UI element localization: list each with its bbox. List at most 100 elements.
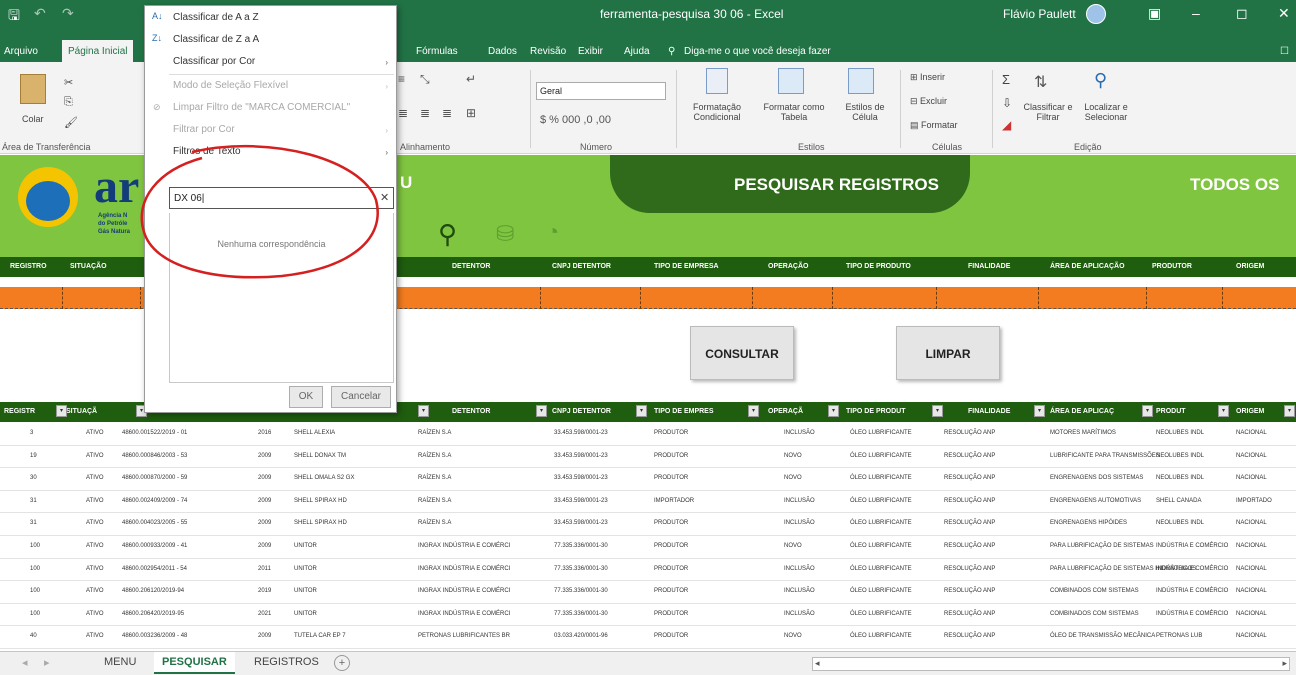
table-cell-tipo[interactable]: PRODUTOR xyxy=(654,475,688,481)
table-cell-tipo[interactable]: PRODUTOR xyxy=(654,520,688,526)
table-cell-cnpj[interactable]: 33.453.598/0001-23 xyxy=(554,498,608,504)
table-cell-prod[interactable]: ÓLEO LUBRIFICANTE xyxy=(850,498,912,504)
table-cell-area[interactable]: ENGRENAGENS HIPÓIDES xyxy=(1050,520,1127,526)
filter-ok-button[interactable]: OK xyxy=(289,386,323,408)
table-cell-marca[interactable]: SHELL DONAX TM xyxy=(294,453,346,459)
orientation-icon[interactable]: ⤡ xyxy=(420,72,430,87)
filter-dropdown-button[interactable]: ▾ xyxy=(1218,405,1229,417)
table-cell-reg[interactable]: 3 xyxy=(30,430,33,436)
table-cell-pr[interactable]: INDÚSTRIA E COMÉRCIO xyxy=(1156,588,1228,594)
insert-button[interactable]: ⊞ Inserir xyxy=(910,72,945,83)
table-cell-prod[interactable]: ÓLEO LUBRIFICANTE xyxy=(850,566,912,572)
table-cell-reg[interactable]: 19 xyxy=(30,453,37,459)
table-cell-reg[interactable]: 100 xyxy=(30,543,40,549)
table-cell-reg[interactable]: 31 xyxy=(30,498,37,504)
table-cell-tipo[interactable]: IMPORTADOR xyxy=(654,498,694,504)
table-cell-ano[interactable]: 2009 xyxy=(258,453,271,459)
table-cell-proc[interactable]: 48600.000933/2009 - 41 xyxy=(122,543,187,549)
table-cell-ano[interactable]: 2021 xyxy=(258,611,271,617)
table-cell-det[interactable]: PETRONAS LUBRIFICANTES BR xyxy=(418,633,510,639)
table-cell-proc[interactable]: 48600.002409/2009 - 74 xyxy=(122,498,187,504)
filter-dropdown-button[interactable]: ▾ xyxy=(56,405,67,417)
table-cell-prod[interactable]: ÓLEO LUBRIFICANTE xyxy=(850,588,912,594)
table-cell-reg[interactable]: 100 xyxy=(30,566,40,572)
conditional-format-icon[interactable] xyxy=(706,68,728,94)
clear-icon[interactable]: ◢ xyxy=(1002,118,1011,132)
table-cell-det[interactable]: INGRAX INDÚSTRIA E COMÉRCI xyxy=(418,566,510,572)
table-cell-det[interactable]: RAÍZEN S.A xyxy=(418,430,451,436)
table-cell-area[interactable]: ÓLEO DE TRANSMISSÃO MECÂNICA xyxy=(1050,633,1155,639)
table-cell-area[interactable]: PARA LUBRIFICAÇÃO DE SISTEMAS xyxy=(1050,543,1154,549)
maximize-icon[interactable]: ◻ xyxy=(1236,5,1248,22)
table-cell-marca[interactable]: TUTELA CAR EP 7 xyxy=(294,633,346,639)
table-cell-det[interactable]: INGRAX INDÚSTRIA E COMÉRCI xyxy=(418,543,510,549)
table-cell-ori[interactable]: NACIONAL xyxy=(1236,543,1267,549)
table-cell-marca[interactable]: SHELL ALEXIA xyxy=(294,430,335,436)
table-cell-op[interactable]: NOVO xyxy=(784,633,802,639)
table-cell-op[interactable]: NOVO xyxy=(784,475,802,481)
table-cell-sit[interactable]: ATIVO xyxy=(86,611,104,617)
table-cell-ano[interactable]: 2016 xyxy=(258,430,271,436)
table-cell-fin[interactable]: RESOLUÇÃO ANP xyxy=(944,633,995,639)
currency-icon[interactable]: $ % 000 ,0 ,00 xyxy=(540,114,611,126)
tell-me-search-icon[interactable]: ⚲ xyxy=(668,46,675,57)
table-cell-cnpj[interactable]: 77.335.336/0001-30 xyxy=(554,588,608,594)
table-cell-det[interactable]: RAÍZEN S.A xyxy=(418,453,451,459)
table-cell-proc[interactable]: 48600.003236/2009 - 48 xyxy=(122,633,187,639)
tell-me-input[interactable]: Diga-me o que você deseja fazer xyxy=(684,46,831,57)
table-cell-fin[interactable]: RESOLUÇÃO ANP xyxy=(944,543,995,549)
table-cell-ano[interactable]: 2009 xyxy=(258,633,271,639)
table-cell-sit[interactable]: ATIVO xyxy=(86,566,104,572)
close-icon[interactable]: ✕ xyxy=(1278,5,1290,22)
scroll-left-icon[interactable]: ◂ xyxy=(815,658,820,669)
search-icon[interactable]: ⚲ xyxy=(438,219,457,250)
align-right-icon[interactable]: ≣ xyxy=(442,106,452,120)
table-cell-reg[interactable]: 31 xyxy=(30,520,37,526)
save-icon[interactable]: 🖫 xyxy=(8,5,20,29)
table-cell-proc[interactable]: 48600.004023/2005 - 55 xyxy=(122,520,187,526)
table-cell-marca[interactable]: UNITOR xyxy=(294,566,317,572)
prev-sheet-icon[interactable]: ◂ xyxy=(22,656,28,669)
table-cell-ori[interactable]: NACIONAL xyxy=(1236,475,1267,481)
find-icon[interactable]: ⚲ xyxy=(1094,70,1107,91)
table-cell-ano[interactable]: 2011 xyxy=(258,566,271,572)
sort-filter-icon[interactable]: ⇅ xyxy=(1034,72,1047,92)
tab-dados[interactable]: Dados xyxy=(488,46,517,57)
table-cell-area[interactable]: MOTORES MARÍTIMOS xyxy=(1050,430,1116,436)
tab-arquivo[interactable]: Arquivo xyxy=(4,46,38,57)
table-cell-marca[interactable]: UNITOR xyxy=(294,543,317,549)
table-cell-tipo[interactable]: PRODUTOR xyxy=(654,633,688,639)
sheet-tab-pesquisar[interactable]: PESQUISAR xyxy=(154,652,235,674)
table-cell-ori[interactable]: NACIONAL xyxy=(1236,588,1267,594)
table-cell-proc[interactable]: 48600.206120/2019-94 xyxy=(122,588,184,594)
format-painter-icon[interactable]: 🖌 xyxy=(64,116,78,129)
table-cell-sit[interactable]: ATIVO xyxy=(86,543,104,549)
minimize-icon[interactable]: – xyxy=(1192,5,1200,21)
table-cell-det[interactable]: RAÍZEN S.A xyxy=(418,498,451,504)
table-cell-pr[interactable]: NEOLUBES INDL xyxy=(1156,453,1204,459)
table-cell-marca[interactable]: UNITOR xyxy=(294,611,317,617)
table-cell-fin[interactable]: RESOLUÇÃO ANP xyxy=(944,566,995,572)
table-cell-ori[interactable]: NACIONAL xyxy=(1236,633,1267,639)
filter-dropdown-button[interactable]: ▾ xyxy=(1142,405,1153,417)
table-cell-ori[interactable]: NACIONAL xyxy=(1236,520,1267,526)
table-cell-fin[interactable]: RESOLUÇÃO ANP xyxy=(944,453,995,459)
table-cell-fin[interactable]: RESOLUÇÃO ANP xyxy=(944,520,995,526)
menu-sort-za[interactable]: Classificar de Z a A xyxy=(173,34,259,45)
table-cell-op[interactable]: INCLUSÃO xyxy=(784,588,815,594)
filter-dropdown-button[interactable]: ▾ xyxy=(932,405,943,417)
format-table-icon[interactable] xyxy=(778,68,804,94)
tab-ajuda[interactable]: Ajuda xyxy=(624,46,650,57)
table-cell-fin[interactable]: RESOLUÇÃO ANP xyxy=(944,430,995,436)
table-cell-cnpj[interactable]: 03.033.420/0001-96 xyxy=(554,633,608,639)
cut-icon[interactable]: ✂ xyxy=(64,76,73,89)
table-cell-pr[interactable]: NEOLUBES INDL xyxy=(1156,475,1204,481)
table-cell-fin[interactable]: RESOLUÇÃO ANP xyxy=(944,498,995,504)
table-cell-proc[interactable]: 48600.000846/2003 - 53 xyxy=(122,453,187,459)
format-table-button[interactable]: Formatar como Tabela xyxy=(754,102,834,122)
merge-icon[interactable]: ⊞ xyxy=(466,106,476,120)
delete-button[interactable]: ⊟ Excluir xyxy=(910,96,947,107)
menu-sort-color[interactable]: Classificar por Cor xyxy=(173,56,255,67)
autosum-icon[interactable]: Σ xyxy=(1002,72,1010,87)
consultar-button[interactable]: CONSULTAR xyxy=(690,326,794,380)
